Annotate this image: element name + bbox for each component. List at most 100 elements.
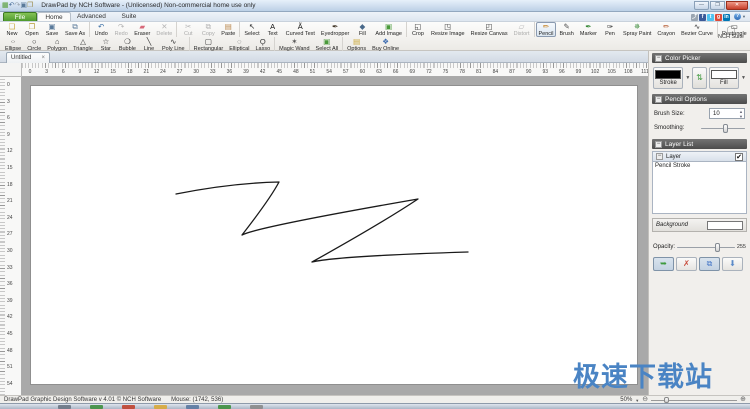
- taskbar-icon[interactable]: [122, 405, 135, 409]
- merge-layer-button[interactable]: ⬇: [722, 257, 743, 271]
- undo-button[interactable]: ↶Undo: [91, 22, 111, 37]
- tab-suite[interactable]: Suite: [112, 12, 146, 21]
- pen-button[interactable]: ✑Pen: [600, 22, 620, 37]
- smoothing-slider-thumb[interactable]: [723, 124, 728, 133]
- rectangular-select-button[interactable]: ▢Rectangular: [191, 37, 227, 52]
- line-button[interactable]: ╲Line: [139, 37, 159, 52]
- stroke-dropdown-icon[interactable]: ▼: [685, 75, 690, 81]
- curved-text-button[interactable]: ÃCurved Text: [283, 22, 318, 37]
- save-button[interactable]: ▣Save: [42, 22, 62, 37]
- fill-button[interactable]: ◆Fill: [352, 22, 372, 37]
- pencil-options-header[interactable]: − Pencil Options: [652, 94, 747, 104]
- qa-open-icon[interactable]: ❐: [27, 2, 33, 9]
- collapse-icon[interactable]: −: [656, 153, 663, 160]
- layer-item[interactable]: Pencil Stroke: [655, 163, 744, 169]
- marker-button[interactable]: ✒Marker: [577, 22, 600, 37]
- googleplus-icon[interactable]: g: [715, 14, 722, 21]
- opacity-slider-thumb[interactable]: [715, 243, 720, 252]
- help-button[interactable]: ? ▼: [734, 13, 746, 20]
- document-tab-untitled[interactable]: Untitled ×: [6, 52, 50, 63]
- canvas-workspace[interactable]: [22, 77, 648, 395]
- taskbar-strip[interactable]: [0, 403, 750, 409]
- collapse-icon[interactable]: −: [655, 96, 662, 103]
- nch-suite-button[interactable]: ◯ NCH Suite: [718, 25, 744, 40]
- triangle-button[interactable]: △Triangle: [70, 37, 96, 52]
- save-as-button[interactable]: ⧉Save As: [62, 22, 88, 37]
- background-layer-row[interactable]: Background: [652, 218, 747, 232]
- spinner-arrows-icon[interactable]: ▲▼: [739, 109, 743, 119]
- opacity-slider[interactable]: [677, 242, 735, 252]
- toolbar-group: ○Ellipse○Circle⌂Polygon△Triangle☆Star❍Bu…: [1, 37, 190, 52]
- new-button[interactable]: ❏New: [2, 22, 22, 37]
- bezier-curve-button[interactable]: ∿Bezier Curve: [678, 22, 716, 37]
- spray-paint-button[interactable]: ✵Spray Paint: [620, 22, 654, 37]
- resize-image-button[interactable]: ◳Resize Image: [428, 22, 468, 37]
- layer-item-list[interactable]: Pencil Stroke: [652, 162, 747, 214]
- drawing-page[interactable]: [30, 85, 638, 385]
- smoothing-slider[interactable]: [701, 123, 745, 133]
- taskbar-icon[interactable]: [186, 405, 199, 409]
- brush-button[interactable]: ✎Brush: [556, 22, 576, 37]
- pencil-button[interactable]: ✏Pencil: [536, 22, 557, 37]
- qa-save-icon[interactable]: ▣: [20, 2, 27, 9]
- polygon-button[interactable]: ⌂Polygon: [44, 37, 70, 52]
- lasso-button[interactable]: ϘLasso: [252, 37, 273, 52]
- crayon-button[interactable]: ✏Crayon: [654, 22, 678, 37]
- close-button[interactable]: ✕: [726, 1, 748, 10]
- add-image-button[interactable]: ▣Add Image: [372, 22, 405, 37]
- background-color-swatch[interactable]: [707, 221, 743, 230]
- facebook-icon[interactable]: f: [699, 14, 706, 21]
- fill-color-button[interactable]: Fill: [709, 67, 739, 89]
- linkedin-icon[interactable]: in: [723, 14, 730, 21]
- magic-wand-button[interactable]: ✶Magic Wand: [276, 37, 312, 52]
- taskbar-icon[interactable]: [90, 405, 103, 409]
- ellipse-button[interactable]: ○Ellipse: [2, 37, 24, 52]
- brush-size-input[interactable]: 10 ▲▼: [709, 108, 745, 119]
- resize-canvas-button[interactable]: ◰Resize Canvas: [468, 22, 511, 37]
- minimize-button[interactable]: —: [694, 1, 709, 10]
- eyedropper-button[interactable]: ✒Eyedropper: [318, 22, 352, 37]
- add-layer-button[interactable]: ➥: [653, 257, 674, 271]
- eraser-button[interactable]: ▰Eraser: [131, 22, 153, 37]
- circle-button[interactable]: ○Circle: [24, 37, 44, 52]
- delete-layer-button[interactable]: ✗: [676, 257, 697, 271]
- collapse-icon[interactable]: −: [655, 141, 662, 148]
- share-icon[interactable]: ⤴: [691, 14, 698, 21]
- text-button[interactable]: AText: [263, 22, 283, 37]
- open-button[interactable]: ❒Open: [22, 22, 42, 37]
- paste-button[interactable]: ▤Paste: [218, 22, 238, 37]
- elliptical-select-button[interactable]: ◌Elliptical: [226, 37, 252, 52]
- options-button[interactable]: ▤Options: [344, 37, 369, 52]
- select-button[interactable]: ↖Select: [241, 22, 262, 37]
- tab-file[interactable]: File: [3, 12, 37, 21]
- twitter-icon[interactable]: t: [707, 14, 714, 21]
- star-button[interactable]: ☆Star: [96, 37, 116, 52]
- app-icon[interactable]: ▦: [2, 2, 9, 9]
- taskbar-icon[interactable]: [58, 405, 71, 409]
- taskbar-icon[interactable]: [218, 405, 231, 409]
- layer-visibility-checkbox[interactable]: ✔: [735, 153, 743, 161]
- crop-button[interactable]: ◱Crop: [408, 22, 428, 37]
- color-picker-header[interactable]: − Color Picker: [652, 53, 747, 63]
- buy-online-button[interactable]: ❖Buy Online: [369, 37, 402, 52]
- bubble-button[interactable]: ❍Bubble: [116, 37, 139, 52]
- select-all-button[interactable]: ▣Select All: [313, 37, 342, 52]
- poly-line-button[interactable]: ∿Poly Line: [159, 37, 188, 52]
- swap-colors-button[interactable]: ⇅: [692, 67, 706, 89]
- copy-button: ⧉Copy: [198, 22, 218, 37]
- maximize-button[interactable]: ❐: [710, 1, 725, 10]
- layer-group-row[interactable]: − Layer ✔: [652, 151, 747, 162]
- taskbar-icon[interactable]: [250, 405, 263, 409]
- ruler-label: 24: [7, 215, 13, 221]
- tab-home[interactable]: Home: [37, 12, 71, 21]
- stroke-color-button[interactable]: Stroke: [653, 67, 683, 89]
- collapse-icon[interactable]: −: [655, 55, 662, 62]
- taskbar-icon[interactable]: [154, 405, 167, 409]
- tab-advanced[interactable]: Advanced: [71, 12, 112, 21]
- zoom-caret-icon[interactable]: ▼: [635, 398, 639, 403]
- layer-list-header[interactable]: − Layer List: [652, 139, 747, 149]
- tab-close-icon[interactable]: ×: [41, 55, 45, 61]
- fill-dropdown-icon[interactable]: ▼: [741, 75, 746, 81]
- duplicate-layer-button[interactable]: ⧉: [699, 257, 720, 271]
- ruler-label: 99: [576, 69, 582, 75]
